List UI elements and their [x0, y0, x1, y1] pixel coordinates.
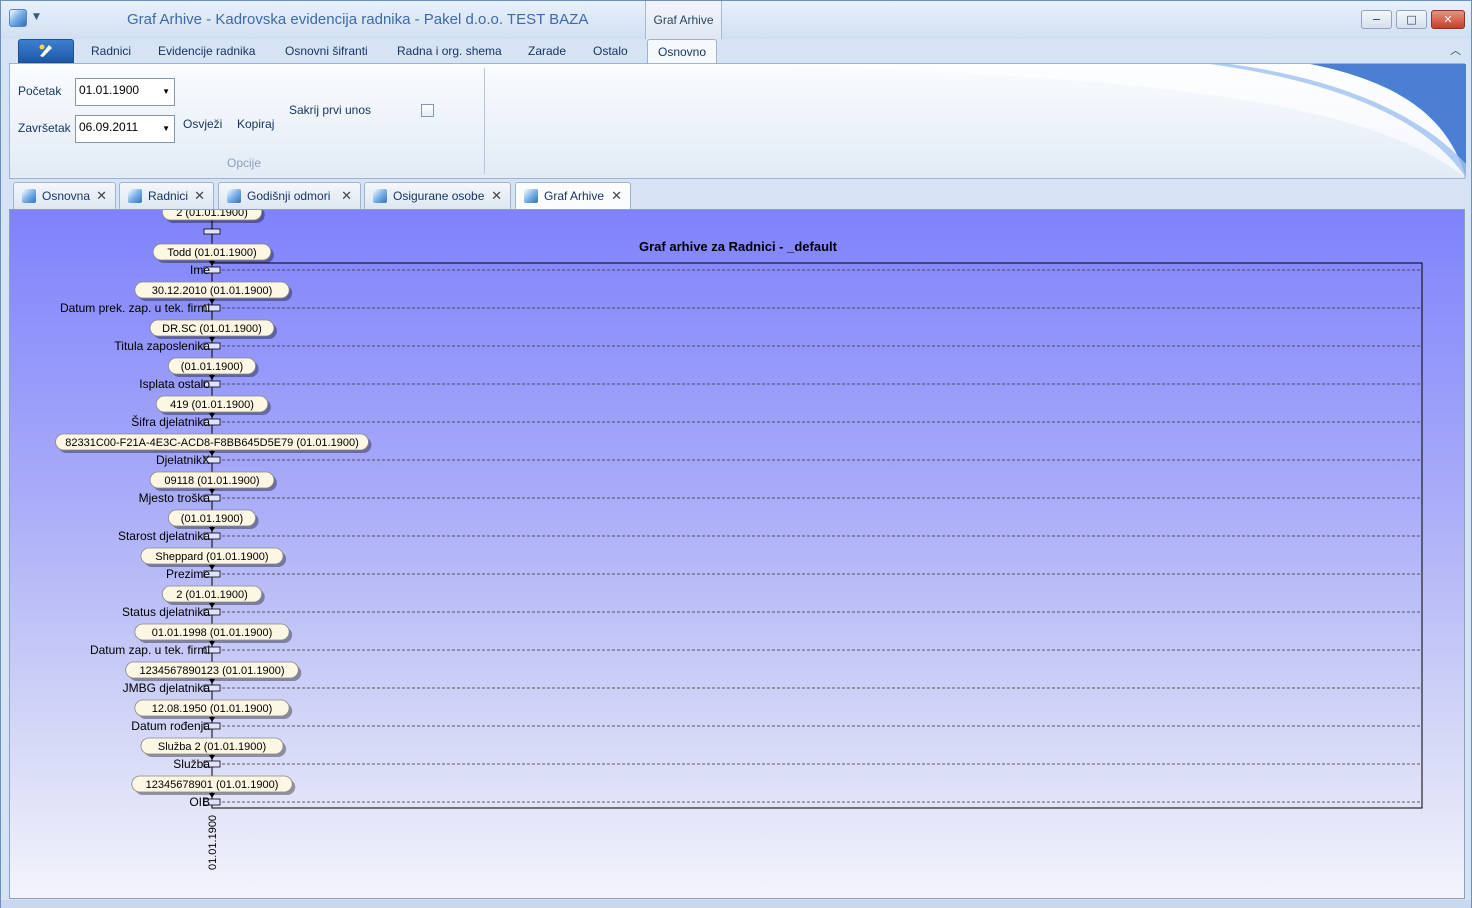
chevron-down-icon[interactable]: ▼ [162, 87, 170, 96]
window-title: Graf Arhive - Kadrovska evidencija radni… [127, 11, 589, 28]
tab-osnovno[interactable]: Osnovno [647, 39, 718, 63]
callout-text: (01.01.1900) [181, 513, 243, 525]
doc-tab-label: Godišnji odmori [247, 189, 331, 203]
document-icon [373, 189, 387, 203]
row-label: OIB [189, 795, 210, 809]
row-label: Datum zap. u tek. firmi [90, 643, 210, 657]
start-date-label: Početak [18, 84, 62, 98]
status-bar [1, 900, 1471, 908]
row-label: Služba [173, 757, 210, 771]
tab-ostalo[interactable]: Ostalo [593, 39, 628, 63]
title-bar: ▼ Graf Arhive - Kadrovska evidencija rad… [1, 1, 1471, 39]
document-icon [22, 189, 36, 203]
doc-tab-graf-arhive[interactable]: Graf Arhive ✕ [515, 182, 631, 209]
row-label: Status djelatnika [122, 605, 210, 619]
end-date-value: 06.09.2011 [79, 120, 139, 134]
callout-partial-text: 2 (01.01.1900) [176, 210, 248, 219]
callout-text: 82331C00-F21A-4E3C-ACD8-F8BB645D5E79 (01… [65, 437, 359, 449]
ribbon-decoration [710, 64, 1466, 178]
doc-tab-godisnji-odmori[interactable]: Godišnji odmori ✕ [218, 182, 361, 209]
maximize-button[interactable]: □ [1396, 10, 1427, 29]
quick-access-dropdown-icon[interactable]: ▼ [33, 12, 40, 22]
row-label: DjelatnikX [156, 453, 210, 467]
app-icon[interactable] [9, 9, 27, 27]
callout-text: DR.SC (01.01.1900) [162, 323, 262, 335]
tab-evidencije-radnika[interactable]: Evidencije radnika [158, 39, 255, 63]
document-icon [227, 189, 241, 203]
doc-tab-label: Radnici [148, 189, 189, 203]
application-menu-button[interactable] [18, 39, 74, 63]
row-label: JMBG djelatnika [123, 681, 211, 695]
document-icon [524, 189, 538, 203]
callout-text: Sheppard (01.01.1900) [155, 551, 268, 563]
close-tab-icon[interactable]: ✕ [96, 183, 107, 209]
doc-tab-radnici[interactable]: Radnici ✕ [119, 182, 214, 209]
callout-text: 2 (01.01.1900) [176, 589, 248, 601]
callout-text: 12345678901 (01.01.1900) [146, 779, 279, 791]
options-group-label: Opcije [227, 156, 262, 170]
doc-tab-label: Graf Arhive [544, 189, 605, 203]
ribbon-collapse-icon[interactable]: ︿ [1450, 42, 1461, 58]
document-tab-bar: Osnovna ✕ Radnici ✕ Godišnji odmori ✕ Os… [9, 181, 1465, 209]
close-tab-icon[interactable]: ✕ [611, 183, 622, 209]
doc-tab-label: Osigurane osobe [393, 189, 485, 203]
document-icon [128, 189, 142, 203]
callout-text: 1234567890123 (01.01.1900) [140, 665, 285, 677]
row-label: Isplata ostalo [139, 377, 210, 391]
tab-radnici[interactable]: Radnici [91, 39, 131, 63]
callout-text: 12.08.1950 (01.01.1900) [152, 703, 273, 715]
close-tab-icon[interactable]: ✕ [194, 183, 205, 209]
ribbon-tab-bar: Radnici Evidencije radnika Osnovni šifra… [9, 39, 1465, 63]
callout-text: 01.01.1998 (01.01.1900) [152, 627, 273, 639]
minimize-button[interactable]: − [1361, 10, 1392, 29]
row-label: Mjesto troška [139, 491, 211, 505]
ribbon-panel: Početak 01.01.1900 ▼ Završetak 06.09.201… [9, 63, 1466, 179]
app-menu-icon [39, 44, 52, 57]
callout-text: 419 (01.01.1900) [170, 399, 254, 411]
callout-text: 30.12.2010 (01.01.1900) [152, 285, 273, 297]
group-separator [484, 68, 485, 174]
end-date-label: Završetak [18, 121, 71, 135]
row-label: Prezime [166, 567, 210, 581]
row-label: Datum prek. zap. u tek. firmi [60, 301, 210, 315]
chart-title: Graf arhive za Radnici - _default [639, 239, 838, 254]
hide-first-entry-label: Sakrij prvi unos [289, 103, 372, 117]
hide-first-entry-checkbox[interactable] [421, 104, 434, 117]
callout-text: Todd (01.01.1900) [167, 247, 256, 259]
row-label: Starost djelatnika [118, 529, 210, 543]
close-button[interactable]: ✕ [1431, 10, 1465, 29]
close-tab-icon[interactable]: ✕ [341, 183, 352, 209]
start-date-value: 01.01.1900 [79, 83, 140, 97]
start-date-combo[interactable]: 01.01.1900 ▼ [75, 78, 175, 106]
row-label: Ime [190, 263, 210, 277]
archive-timeline-chart: Graf arhive za Radnici - _default 2 (01.0… [55, 210, 1423, 870]
row-label: Datum rođenja [131, 719, 210, 733]
row-label: Šifra djelatnika [131, 414, 210, 429]
context-tab-graf-arhive[interactable]: Graf Arhive [645, 1, 722, 39]
row-label: Titula zaposlenika [114, 339, 210, 353]
x-tick-label: 01.01.1900 [207, 815, 219, 870]
chevron-down-icon[interactable]: ▼ [162, 124, 170, 133]
tab-osnovni-sifranti[interactable]: Osnovni šifranti [285, 39, 368, 63]
callout-text: (01.01.1900) [181, 361, 243, 373]
doc-tab-osigurane-osobe[interactable]: Osigurane osobe ✕ [364, 182, 511, 209]
close-tab-icon[interactable]: ✕ [491, 183, 502, 209]
end-date-combo[interactable]: 06.09.2011 ▼ [75, 115, 175, 143]
copy-button[interactable]: Kopiraj [237, 117, 274, 131]
chart-area: Graf arhive za Radnici - _default 2 (01.0… [9, 209, 1465, 899]
doc-tab-osnovna[interactable]: Osnovna ✕ [13, 182, 116, 209]
marker-partial [203, 228, 221, 235]
tab-radna-i-org-shema[interactable]: Radna i org. shema [397, 39, 502, 63]
doc-tab-label: Osnovna [42, 189, 91, 203]
refresh-button[interactable]: Osvježi [183, 117, 222, 131]
application-window: ▼ Graf Arhive - Kadrovska evidencija rad… [0, 0, 1472, 908]
callout-text: 09118 (01.01.1900) [164, 475, 259, 487]
tab-zarade[interactable]: Zarade [528, 39, 566, 63]
callout-text: Služba 2 (01.01.1900) [158, 741, 266, 753]
